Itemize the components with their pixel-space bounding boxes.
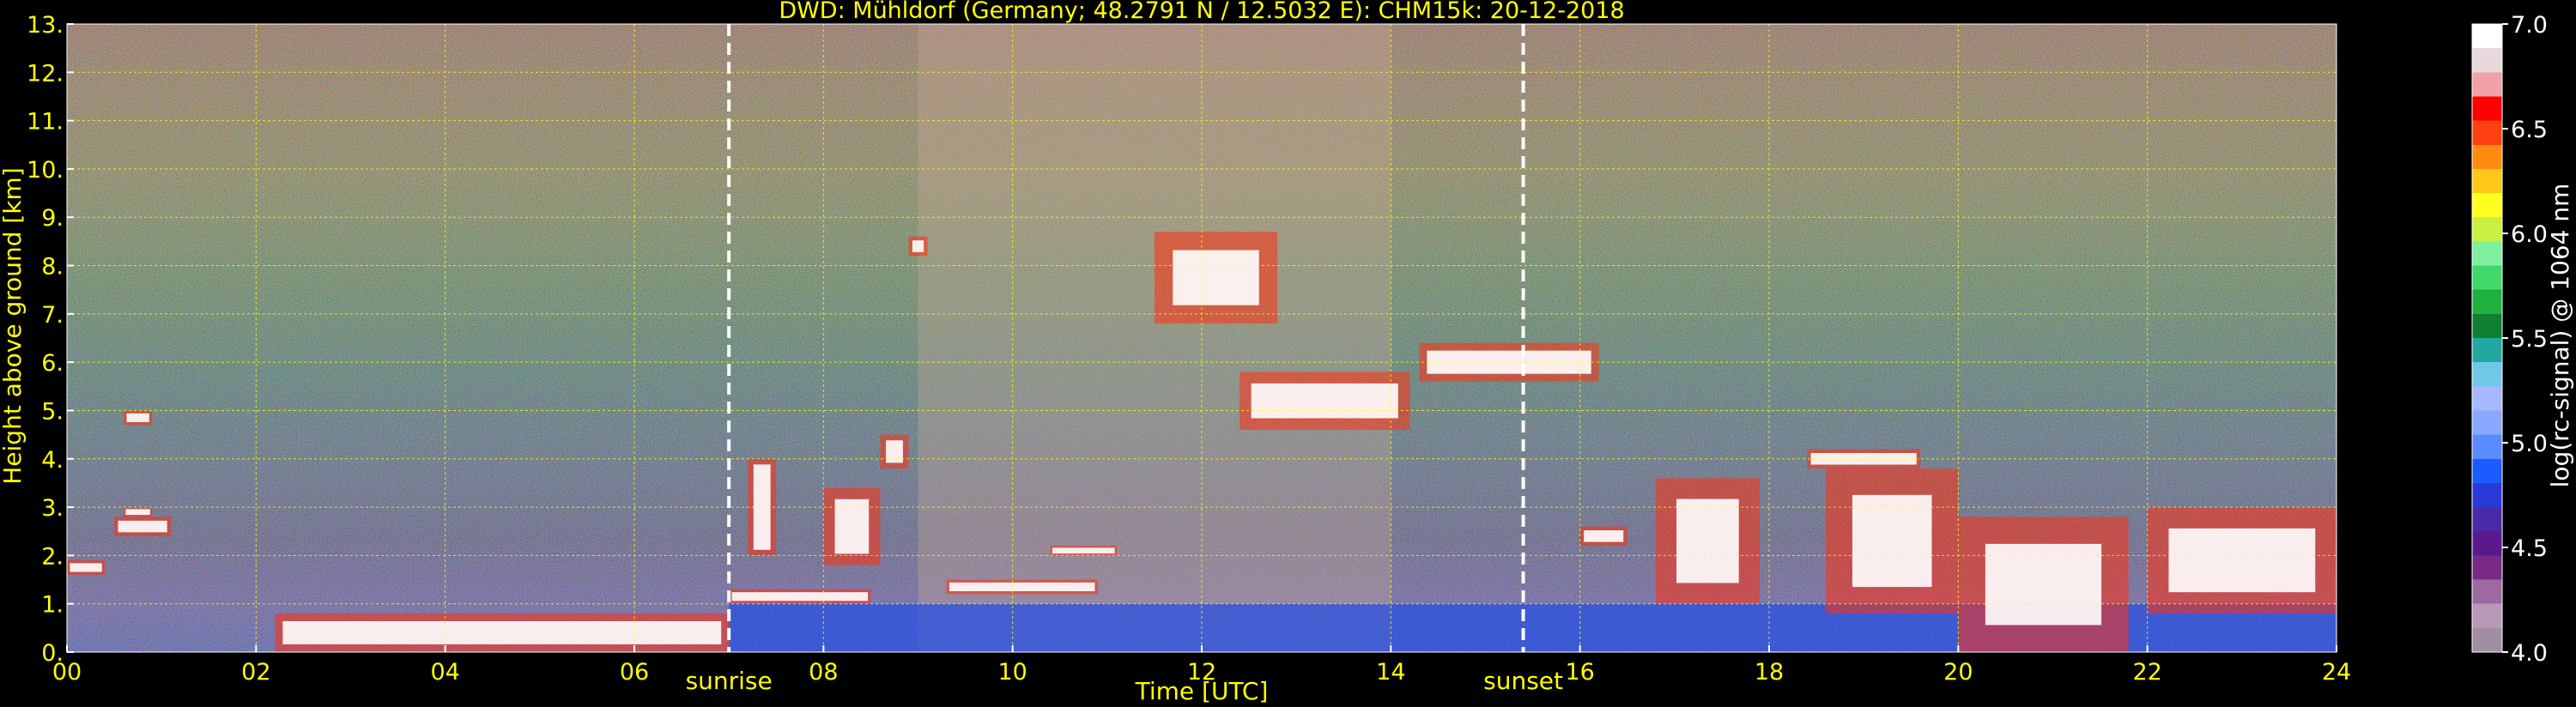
colorbar-tick-label: 6.0	[2511, 221, 2548, 248]
event-label: sunset	[1483, 667, 1563, 695]
y-tick-label: 5.	[41, 398, 64, 425]
x-tick-label: 14	[1376, 659, 1405, 686]
y-tick-label: 9.	[41, 205, 64, 232]
colorbar-tick-label: 7.0	[2511, 12, 2548, 39]
y-tick-label: 3.	[41, 495, 64, 522]
cloud-core	[70, 563, 102, 572]
colorbar-tick-label: 4.0	[2511, 640, 2548, 667]
cloud-core	[2168, 528, 2316, 593]
y-tick-label: 4.	[41, 447, 64, 474]
y-tick-label: 1.	[41, 592, 64, 619]
colorbar-tick-label: 4.5	[2511, 535, 2548, 562]
x-tick-label: 08	[809, 659, 838, 686]
y-tick-label: 10.	[27, 157, 64, 184]
colorbar-gradient	[2471, 23, 2503, 653]
colorbar-ticks: 4.0 4.5 5.0 5.5 6.0 6.5 7.0	[2502, 12, 2548, 667]
cloud-core	[282, 620, 722, 644]
plot-area: sunrise sunset	[66, 23, 2337, 695]
x-axis-label: Time [UTC]	[1135, 677, 1269, 705]
x-tick-label: 22	[2132, 659, 2161, 686]
cloud-core	[912, 240, 924, 252]
cloud-core	[1852, 494, 1932, 588]
y-tick-label: 12.	[27, 60, 64, 87]
x-tick-label: 00	[52, 659, 82, 686]
cloud-core	[1173, 250, 1259, 305]
event-label: sunrise	[686, 667, 773, 695]
x-tick-label: 18	[1755, 659, 1784, 686]
y-tick-label: 2.	[41, 543, 64, 570]
cloud-core	[118, 520, 167, 533]
cloud-core	[1676, 499, 1739, 583]
cloud-core	[1251, 383, 1398, 419]
cloud-core	[949, 582, 1095, 592]
cloud-core	[1985, 543, 2102, 625]
cloud-core	[126, 413, 149, 422]
x-tick-label: 24	[2322, 659, 2351, 686]
x-tick-label: 16	[1565, 659, 1594, 686]
x-tick-label: 06	[620, 659, 649, 686]
y-tick-label: 11.	[27, 109, 64, 136]
chart-title: DWD: Mühldorf (Germany; 48.2791 N / 12.5…	[779, 0, 1624, 24]
y-axis-label: Height above ground [km]	[0, 167, 27, 485]
colorbar-tick-label: 5.5	[2511, 326, 2548, 353]
x-tick-label: 10	[997, 659, 1027, 686]
y-tick-label: 8.	[41, 254, 64, 281]
colorbar-tick-label: 5.0	[2511, 431, 2548, 457]
x-tick-label: 04	[430, 659, 459, 686]
cloud-core	[1584, 530, 1624, 542]
colorbar-tick-label: 6.5	[2511, 117, 2548, 143]
y-tick-label: 7.	[41, 302, 64, 329]
x-tick-label: 02	[241, 659, 270, 686]
cloud-core	[886, 440, 903, 463]
lidar-backscatter-chart: sunrise sunset 0.1.2.3.4.5.6.7.8.9.10.11.…	[0, 0, 2574, 705]
y-tick-label: 13.	[27, 12, 64, 39]
cloud-core	[1052, 547, 1115, 554]
daytime-haze	[918, 24, 1391, 652]
y-tick-label: 6.	[41, 350, 64, 377]
cloud-core	[125, 509, 150, 516]
colorbar: 4.0 4.5 5.0 5.5 6.0 6.5 7.0 log(rc-signal) @ 1…	[2471, 12, 2574, 667]
x-tick-label: 20	[1943, 659, 1973, 686]
colorbar-label: log(rc-signal) @ 1064 nm	[2546, 184, 2574, 488]
cloud-core	[731, 592, 869, 601]
